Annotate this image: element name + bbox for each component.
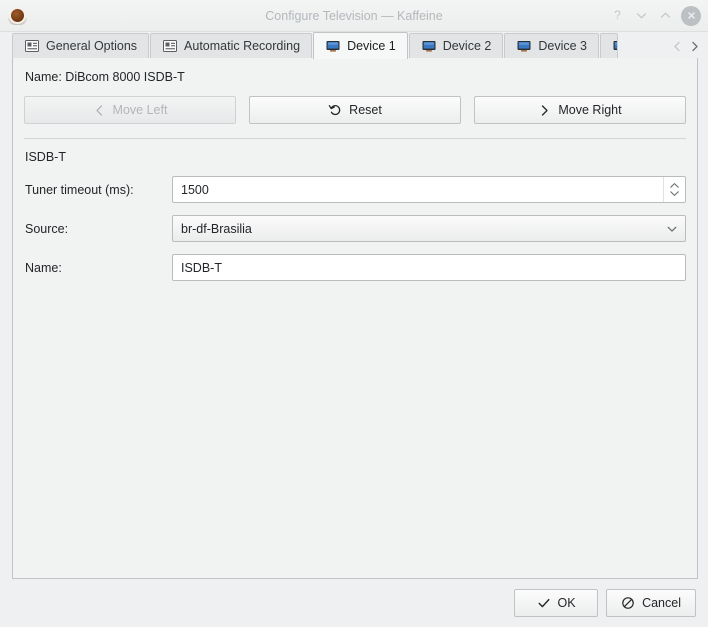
tuner-timeout-spinbox[interactable]: 1500 — [172, 176, 686, 203]
form-list-icon — [163, 40, 178, 52]
cancel-label: Cancel — [642, 596, 681, 610]
chevron-left-icon — [95, 104, 102, 116]
minimize-icon[interactable] — [630, 5, 652, 27]
television-icon — [517, 41, 531, 52]
tab-bar: General Options Automatic Recording Devi… — [0, 32, 708, 59]
kaffeine-coffee-cup-icon — [7, 5, 29, 27]
tab-scroll-right-icon[interactable] — [687, 37, 702, 55]
undo-icon — [328, 104, 341, 116]
ok-button[interactable]: OK — [514, 589, 599, 617]
device-order-button-row: Move Left Reset Move Right — [24, 96, 686, 124]
close-icon[interactable] — [681, 5, 701, 26]
tab-label: General Options — [46, 39, 138, 53]
title-bar: Configure Television — Kaffeine ? — [0, 0, 708, 32]
television-icon — [326, 41, 340, 52]
move-right-label: Move Right — [558, 103, 622, 117]
source-value: br-df-Brasilia — [181, 221, 252, 236]
tuner-timeout-row: Tuner timeout (ms): 1500 — [24, 176, 686, 203]
help-icon[interactable]: ? — [606, 5, 628, 27]
name-value: ISDB-T — [181, 260, 222, 275]
tab-label: Device 3 — [538, 39, 587, 53]
move-right-button[interactable]: Move Right — [474, 96, 686, 124]
tab-device-1[interactable]: Device 1 — [313, 32, 408, 59]
source-combobox[interactable]: br-df-Brasilia — [172, 215, 686, 242]
window-controls: ? — [606, 5, 708, 27]
tab-device-3[interactable]: Device 3 — [504, 33, 599, 58]
tab-label: Automatic Recording — [184, 39, 301, 53]
name-label: Name: — [25, 260, 62, 275]
source-row: Source: br-df-Brasilia — [24, 215, 686, 242]
tab-scroll-left-icon[interactable] — [670, 37, 685, 55]
section-separator — [24, 138, 686, 139]
dialog-button-box: OK Cancel — [0, 579, 708, 627]
tuner-timeout-stepper[interactable] — [663, 177, 685, 202]
tab-label: Device 2 — [442, 39, 492, 53]
tab-general-options[interactable]: General Options — [12, 33, 150, 58]
no-entry-icon — [622, 597, 634, 609]
svg-text:?: ? — [614, 9, 621, 22]
transmission-standard-label: ISDB-T — [25, 150, 66, 164]
tuner-timeout-value: 1500 — [181, 182, 209, 197]
name-row: Name: ISDB-T — [24, 254, 686, 281]
tab-device-2[interactable]: Device 2 — [408, 33, 504, 58]
tab-scroll-controls — [668, 37, 708, 58]
move-left-button[interactable]: Move Left — [24, 96, 236, 124]
tab-label: Device 1 — [347, 39, 396, 53]
form-list-icon — [25, 40, 39, 52]
chevron-down-icon[interactable] — [659, 216, 685, 241]
tab-device-4-partial[interactable] — [599, 33, 618, 58]
configure-television-dialog: Configure Television — Kaffeine ? Genera… — [0, 0, 708, 627]
name-input[interactable]: ISDB-T — [172, 254, 686, 281]
maximize-icon[interactable] — [654, 5, 676, 27]
check-icon — [538, 598, 550, 608]
reset-label: Reset — [349, 103, 382, 117]
chevron-right-icon — [542, 104, 549, 116]
chevron-up-icon[interactable] — [669, 182, 680, 189]
device-1-tab-page: Name: DiBcom 8000 ISDB-T Move Left Reset — [12, 58, 698, 579]
television-icon — [422, 41, 436, 52]
window-title: Configure Television — Kaffeine — [265, 8, 443, 23]
television-icon — [613, 41, 617, 50]
move-left-label: Move Left — [112, 103, 168, 117]
cancel-button[interactable]: Cancel — [606, 589, 696, 617]
source-label: Source: — [25, 221, 69, 236]
tab-automatic-recording[interactable]: Automatic Recording — [150, 33, 313, 58]
device-name-label: Name: DiBcom 8000 ISDB-T — [25, 70, 185, 84]
chevron-down-icon[interactable] — [669, 190, 680, 197]
tuner-timeout-label: Tuner timeout (ms): — [25, 182, 134, 197]
ok-label: OK — [557, 596, 576, 610]
reset-button[interactable]: Reset — [249, 96, 461, 124]
